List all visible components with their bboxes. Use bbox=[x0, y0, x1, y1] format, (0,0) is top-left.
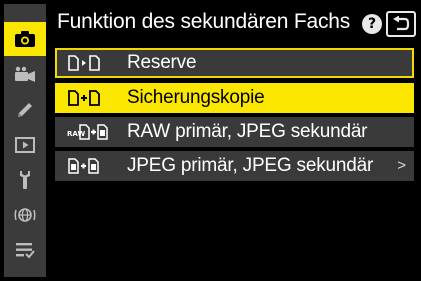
backup-slots-icon bbox=[68, 90, 100, 106]
pencil-icon bbox=[18, 103, 32, 117]
my-menu-icon bbox=[16, 243, 35, 259]
menu-header: Funktion des sekundären Fachs ? bbox=[46, 4, 417, 42]
tab-playback[interactable] bbox=[4, 128, 46, 162]
raw-jpeg-slots-icon: RAW bbox=[67, 124, 108, 140]
page-title: Funktion des sekundären Fachs bbox=[57, 10, 351, 33]
option-label: Reserve bbox=[127, 52, 197, 73]
option-jpeg-jpeg[interactable]: JPEG primär, JPEG sekundär > bbox=[55, 151, 414, 181]
svg-text:RAW: RAW bbox=[67, 130, 85, 138]
tab-setup[interactable] bbox=[4, 163, 46, 197]
camera-icon bbox=[15, 31, 35, 47]
tab-custom-settings[interactable] bbox=[4, 93, 46, 127]
tab-network[interactable] bbox=[4, 198, 46, 232]
option-label: Sicherungskopie bbox=[127, 87, 265, 108]
tab-my-menu[interactable] bbox=[4, 233, 46, 267]
option-label: RAW primär, JPEG sekundär bbox=[127, 121, 368, 142]
return-icon bbox=[393, 16, 410, 31]
help-button[interactable]: ? bbox=[362, 14, 382, 34]
option-reserve[interactable]: Reserve bbox=[55, 48, 414, 78]
help-icon: ? bbox=[367, 16, 377, 32]
back-button[interactable] bbox=[386, 11, 416, 37]
camera-menu-screen: Funktion des sekundären Fachs ? Reserve bbox=[4, 4, 417, 277]
wrench-icon bbox=[20, 171, 30, 189]
overflow-slots-icon bbox=[68, 55, 100, 71]
option-label: JPEG primär, JPEG sekundär bbox=[127, 155, 374, 176]
option-raw-jpeg[interactable]: RAW RAW primär, JPEG sekundär bbox=[55, 117, 414, 147]
network-icon bbox=[14, 208, 36, 222]
playback-icon bbox=[15, 137, 35, 153]
option-backup[interactable]: Sicherungskopie bbox=[55, 83, 414, 113]
menu-tab-rail bbox=[4, 4, 46, 277]
tab-movie-shooting[interactable] bbox=[4, 58, 46, 92]
chevron-right-icon: > bbox=[397, 157, 406, 174]
movie-camera-icon bbox=[15, 66, 35, 82]
tab-photo-shooting[interactable] bbox=[4, 22, 46, 56]
jpeg-jpeg-slots-icon bbox=[68, 158, 99, 174]
